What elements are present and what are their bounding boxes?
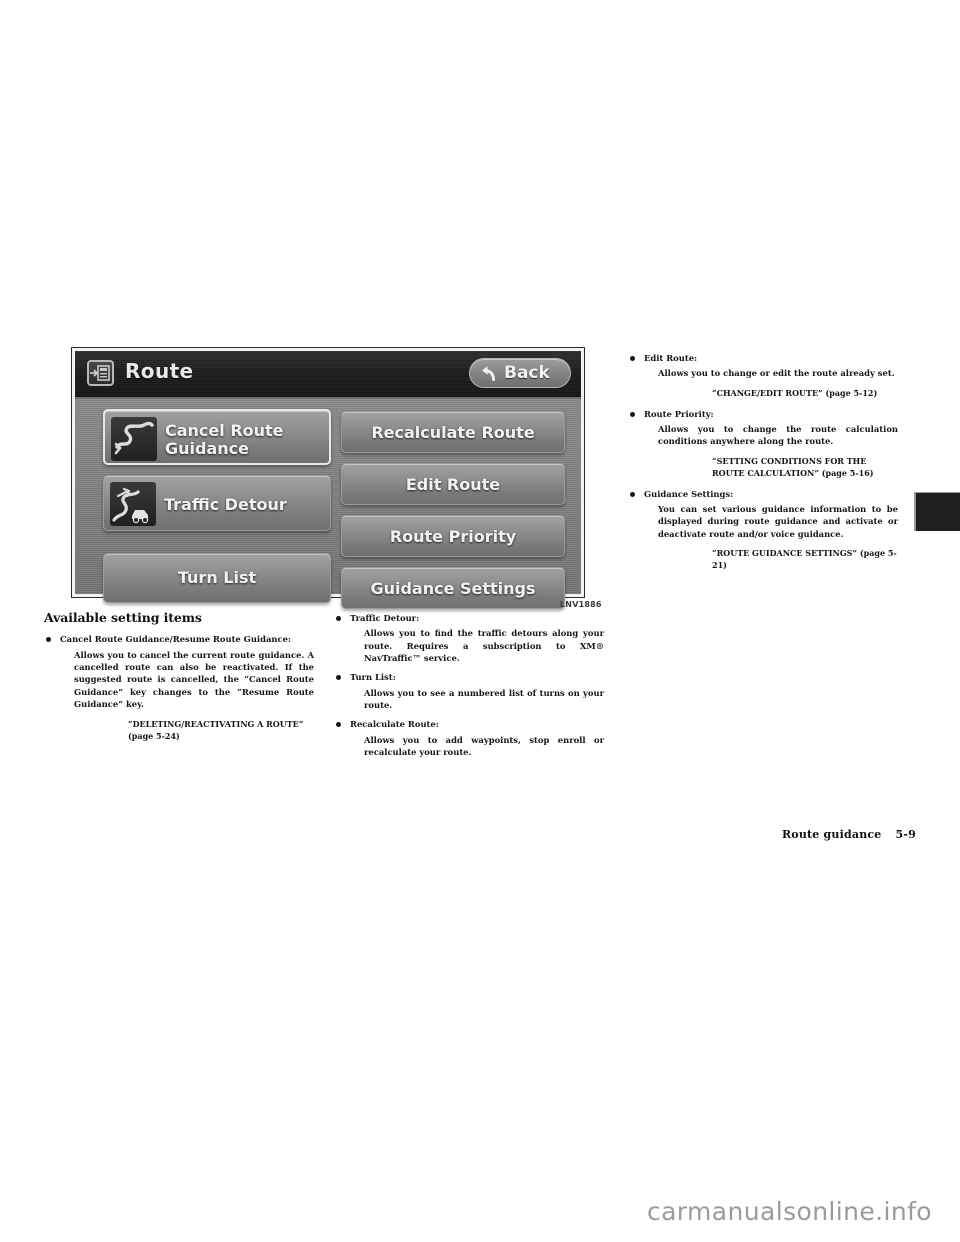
edit-route-label: Edit Route [405, 475, 501, 494]
nav-screen-figure: Route Back Cancel Route Guidance Traffic… [72, 348, 584, 609]
cancel-route-guidance-button[interactable]: Cancel Route Guidance [103, 409, 331, 465]
item-body: Allows you to add waypoints, stop enroll… [364, 734, 604, 758]
text-column-left: Available setting items Cancel Route Gui… [44, 610, 314, 751]
nav-screen-body: Cancel Route Guidance Traffic Detour Tur… [75, 397, 581, 609]
item-body: Allows you to see a numbered list of tur… [364, 687, 604, 711]
screen-arrow-icon [87, 360, 114, 386]
item-crossreference: “CHANGE/EDIT ROUTE” (page 5-12) [628, 387, 898, 399]
xref-text: “SETTING CONDITIONS FOR THE ROUTE CALCUL… [712, 455, 874, 478]
list-item: Route Priority: Allows you to change the… [628, 408, 898, 479]
item-heading: Turn List: [334, 671, 604, 683]
traffic-detour-label: Traffic Detour [164, 495, 287, 514]
footer-section-name: Route guidance [781, 828, 882, 841]
guidance-settings-label: Guidance Settings [370, 579, 536, 598]
item-heading: Guidance Settings: [628, 488, 898, 500]
item-heading: Traffic Detour: [334, 612, 604, 624]
item-crossreference: “SETTING CONDITIONS FOR THE ROUTE CALCUL… [628, 455, 898, 479]
item-body: You can set various guidance information… [658, 503, 898, 539]
item-heading: Cancel Route Guidance/Resume Route Guida… [44, 633, 314, 645]
xref-text: “DELETING/REACTIVATING A ROUTE” (page 5-… [128, 718, 304, 741]
item-heading: Route Priority: [628, 408, 898, 420]
back-button[interactable]: Back [469, 358, 571, 388]
recalculate-route-label: Recalculate Route [371, 423, 535, 442]
item-body: Allows you to cancel the current route g… [74, 649, 314, 710]
turn-list-button[interactable]: Turn List [103, 553, 331, 603]
list-item: Guidance Settings: You can set various g… [628, 488, 898, 571]
route-with-car-icon [110, 482, 156, 526]
text-column-right: Edit Route: Allows you to change or edit… [628, 352, 898, 580]
item-body: Allows you to change the route calculati… [658, 423, 898, 447]
winding-route-icon [111, 417, 157, 461]
route-priority-button[interactable]: Route Priority [341, 515, 565, 557]
figure-code: LNV1886 [560, 600, 602, 609]
section-title: Available setting items [44, 610, 202, 625]
list-item: Recalculate Route: Allows you to add way… [334, 718, 604, 758]
back-button-label: Back [504, 363, 550, 383]
list-item: Turn List: Allows you to see a numbered … [334, 671, 604, 711]
watermark: carmanualsonline.info [646, 1197, 932, 1226]
back-arrow-icon [482, 366, 495, 381]
xref-text: “ROUTE GUIDANCE SETTINGS” (page 5-21) [712, 548, 897, 571]
list-item: Cancel Route Guidance/Resume Route Guida… [44, 633, 314, 741]
traffic-detour-button[interactable]: Traffic Detour [103, 475, 331, 531]
page-number: 5-9 [895, 828, 916, 841]
item-heading: Recalculate Route: [334, 718, 604, 730]
item-body: Allows you to find the traffic detours a… [364, 628, 604, 664]
item-body: Allows you to change or edit the route a… [658, 368, 895, 379]
list-item: Traffic Detour: Allows you to find the t… [334, 612, 604, 664]
nav-screen-header: Route Back [75, 351, 581, 399]
text-column-middle: Traffic Detour: Allows you to find the t… [334, 612, 604, 765]
item-crossreference: “ROUTE GUIDANCE SETTINGS” (page 5-21) [628, 547, 898, 571]
xref-text: “CHANGE/EDIT ROUTE” (page 5-12) [712, 387, 878, 398]
item-crossreference: “DELETING/REACTIVATING A ROUTE” (page 5-… [44, 718, 314, 742]
page-footer: Route guidance 5-9 [782, 828, 916, 841]
cancel-route-guidance-label: Cancel Route Guidance [165, 421, 284, 458]
route-priority-label: Route Priority [389, 527, 517, 546]
item-heading: Edit Route: [628, 352, 898, 364]
recalculate-route-button[interactable]: Recalculate Route [341, 411, 565, 453]
edit-route-button[interactable]: Edit Route [341, 463, 565, 505]
list-item: Edit Route: Allows you to change or edit… [628, 352, 898, 399]
section-edge-tab [914, 492, 960, 531]
nav-screen-background: Route Back Cancel Route Guidance Traffic… [75, 351, 581, 609]
nav-screen-title: Route [125, 359, 194, 383]
turn-list-label: Turn List [177, 568, 257, 587]
guidance-settings-button[interactable]: Guidance Settings [341, 567, 565, 609]
